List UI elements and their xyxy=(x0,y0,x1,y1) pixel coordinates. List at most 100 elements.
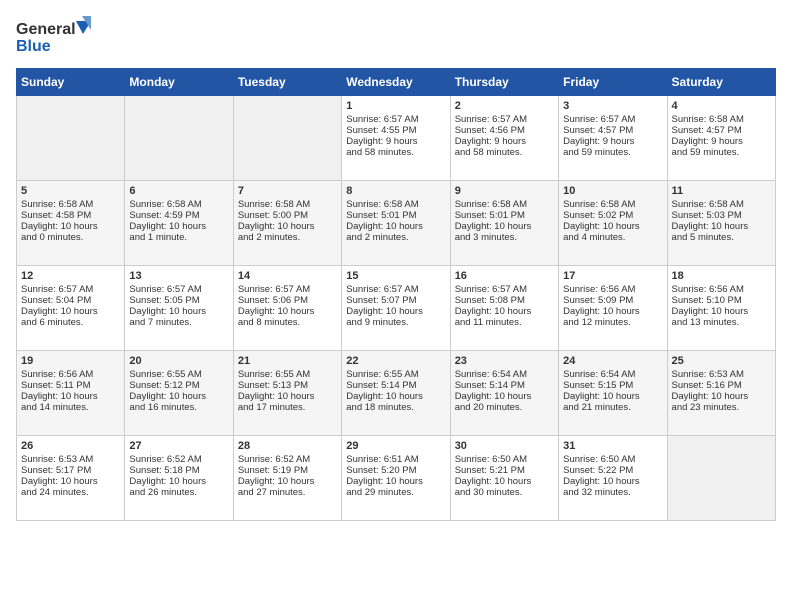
day-info: Sunrise: 6:57 AM xyxy=(21,284,120,295)
day-info: Daylight: 10 hours xyxy=(238,306,337,317)
day-number: 13 xyxy=(129,270,228,282)
day-info: Daylight: 10 hours xyxy=(563,306,662,317)
day-number: 1 xyxy=(346,100,445,112)
day-number: 18 xyxy=(672,270,771,282)
day-number: 28 xyxy=(238,440,337,452)
calendar-day-cell: 15Sunrise: 6:57 AMSunset: 5:07 PMDayligh… xyxy=(342,266,450,351)
day-info: Sunset: 5:20 PM xyxy=(346,465,445,476)
day-info: and 14 minutes. xyxy=(21,402,120,413)
calendar-day-cell: 11Sunrise: 6:58 AMSunset: 5:03 PMDayligh… xyxy=(667,181,775,266)
day-number: 4 xyxy=(672,100,771,112)
day-info: Sunrise: 6:54 AM xyxy=(563,369,662,380)
day-info: Sunset: 5:21 PM xyxy=(455,465,554,476)
day-info: Sunset: 5:19 PM xyxy=(238,465,337,476)
calendar-day-cell: 2Sunrise: 6:57 AMSunset: 4:56 PMDaylight… xyxy=(450,96,558,181)
day-info: Sunset: 4:57 PM xyxy=(563,125,662,136)
day-info: Daylight: 10 hours xyxy=(563,391,662,402)
weekday-header: Tuesday xyxy=(233,69,341,96)
svg-text:Blue: Blue xyxy=(16,38,51,55)
day-number: 10 xyxy=(563,185,662,197)
day-info: and 16 minutes. xyxy=(129,402,228,413)
day-info: Sunset: 5:09 PM xyxy=(563,295,662,306)
day-info: and 12 minutes. xyxy=(563,317,662,328)
calendar-day-cell: 5Sunrise: 6:58 AMSunset: 4:58 PMDaylight… xyxy=(17,181,125,266)
calendar-day-cell xyxy=(17,96,125,181)
day-info: Daylight: 10 hours xyxy=(455,221,554,232)
day-number: 17 xyxy=(563,270,662,282)
svg-text:General: General xyxy=(16,21,76,38)
calendar-day-cell: 7Sunrise: 6:58 AMSunset: 5:00 PMDaylight… xyxy=(233,181,341,266)
day-number: 11 xyxy=(672,185,771,197)
day-info: Sunset: 5:05 PM xyxy=(129,295,228,306)
weekday-header: Wednesday xyxy=(342,69,450,96)
day-number: 14 xyxy=(238,270,337,282)
day-number: 21 xyxy=(238,355,337,367)
day-number: 30 xyxy=(455,440,554,452)
calendar-day-cell: 16Sunrise: 6:57 AMSunset: 5:08 PMDayligh… xyxy=(450,266,558,351)
day-info: Sunrise: 6:51 AM xyxy=(346,454,445,465)
day-info: and 32 minutes. xyxy=(563,487,662,498)
day-info: Sunrise: 6:58 AM xyxy=(346,199,445,210)
day-info: Sunset: 5:07 PM xyxy=(346,295,445,306)
day-info: Daylight: 10 hours xyxy=(238,391,337,402)
day-info: Daylight: 10 hours xyxy=(129,306,228,317)
calendar-day-cell: 20Sunrise: 6:55 AMSunset: 5:12 PMDayligh… xyxy=(125,351,233,436)
day-info: Daylight: 10 hours xyxy=(672,391,771,402)
day-info: Daylight: 10 hours xyxy=(346,306,445,317)
day-info: Sunset: 4:55 PM xyxy=(346,125,445,136)
calendar-day-cell: 25Sunrise: 6:53 AMSunset: 5:16 PMDayligh… xyxy=(667,351,775,436)
day-info: and 11 minutes. xyxy=(455,317,554,328)
day-info: Sunrise: 6:55 AM xyxy=(238,369,337,380)
day-info: and 23 minutes. xyxy=(672,402,771,413)
calendar-day-cell: 31Sunrise: 6:50 AMSunset: 5:22 PMDayligh… xyxy=(559,436,667,521)
calendar-week-row: 12Sunrise: 6:57 AMSunset: 5:04 PMDayligh… xyxy=(17,266,776,351)
day-info: Sunrise: 6:56 AM xyxy=(672,284,771,295)
day-number: 22 xyxy=(346,355,445,367)
day-info: Sunrise: 6:56 AM xyxy=(21,369,120,380)
day-info: and 6 minutes. xyxy=(21,317,120,328)
day-info: and 21 minutes. xyxy=(563,402,662,413)
calendar-day-cell: 3Sunrise: 6:57 AMSunset: 4:57 PMDaylight… xyxy=(559,96,667,181)
day-info: and 24 minutes. xyxy=(21,487,120,498)
day-info: and 3 minutes. xyxy=(455,232,554,243)
day-info: Daylight: 9 hours xyxy=(672,136,771,147)
day-info: Sunrise: 6:52 AM xyxy=(129,454,228,465)
day-info: and 29 minutes. xyxy=(346,487,445,498)
day-info: Sunrise: 6:57 AM xyxy=(455,284,554,295)
day-info: Daylight: 10 hours xyxy=(238,221,337,232)
day-info: Sunrise: 6:56 AM xyxy=(563,284,662,295)
logo-icon: GeneralBlue xyxy=(16,16,96,56)
day-info: and 2 minutes. xyxy=(238,232,337,243)
day-info: Sunrise: 6:53 AM xyxy=(672,369,771,380)
day-info: Sunrise: 6:57 AM xyxy=(346,284,445,295)
day-number: 16 xyxy=(455,270,554,282)
day-info: Sunset: 5:06 PM xyxy=(238,295,337,306)
day-info: Daylight: 10 hours xyxy=(129,221,228,232)
calendar-day-cell: 28Sunrise: 6:52 AMSunset: 5:19 PMDayligh… xyxy=(233,436,341,521)
day-info: Sunrise: 6:58 AM xyxy=(238,199,337,210)
weekday-header: Monday xyxy=(125,69,233,96)
day-number: 20 xyxy=(129,355,228,367)
calendar-day-cell: 23Sunrise: 6:54 AMSunset: 5:14 PMDayligh… xyxy=(450,351,558,436)
calendar-day-cell: 14Sunrise: 6:57 AMSunset: 5:06 PMDayligh… xyxy=(233,266,341,351)
day-info: Sunset: 5:18 PM xyxy=(129,465,228,476)
day-info: Daylight: 10 hours xyxy=(455,391,554,402)
weekday-header: Thursday xyxy=(450,69,558,96)
day-number: 26 xyxy=(21,440,120,452)
day-info: Sunrise: 6:58 AM xyxy=(129,199,228,210)
day-info: and 27 minutes. xyxy=(238,487,337,498)
page-header: GeneralBlue xyxy=(16,16,776,56)
day-info: and 58 minutes. xyxy=(455,147,554,158)
day-info: Daylight: 10 hours xyxy=(129,476,228,487)
day-info: Sunrise: 6:58 AM xyxy=(563,199,662,210)
calendar-table: SundayMondayTuesdayWednesdayThursdayFrid… xyxy=(16,68,776,521)
day-info: Sunset: 4:57 PM xyxy=(672,125,771,136)
day-info: Sunset: 5:17 PM xyxy=(21,465,120,476)
calendar-week-row: 1Sunrise: 6:57 AMSunset: 4:55 PMDaylight… xyxy=(17,96,776,181)
day-info: and 4 minutes. xyxy=(563,232,662,243)
day-info: Sunset: 5:01 PM xyxy=(346,210,445,221)
day-info: Sunrise: 6:57 AM xyxy=(129,284,228,295)
calendar-day-cell xyxy=(233,96,341,181)
day-number: 24 xyxy=(563,355,662,367)
day-info: Daylight: 10 hours xyxy=(346,391,445,402)
